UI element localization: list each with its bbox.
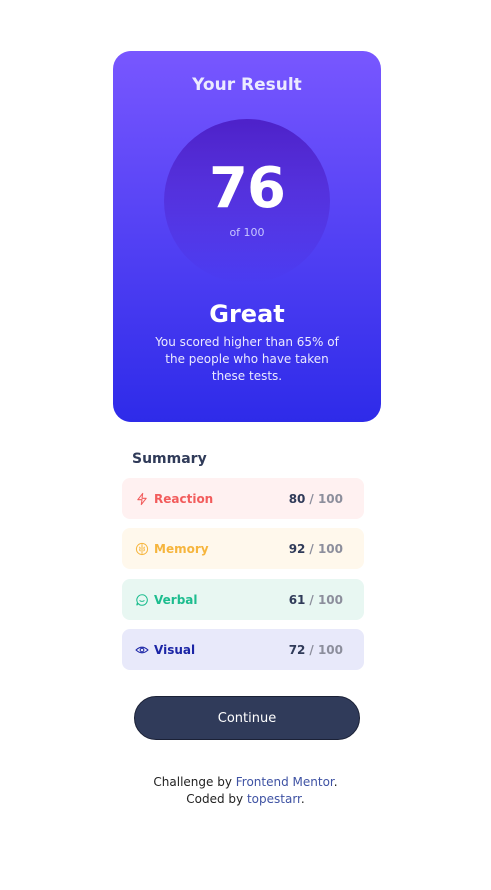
summary-item-visual: Visual 72 / 100 [122,629,364,670]
result-card: Your Result 76 of 100 Great You scored h… [113,51,381,422]
attribution-coder: Coded by topestarr. [0,792,491,806]
summary-item-verbal: Verbal 61 / 100 [122,579,364,620]
score-of-label: of 100 [229,226,265,239]
lightning-icon [135,492,149,506]
attribution-challenge: Challenge by Frontend Mentor. [0,775,491,789]
continue-button[interactable]: Continue [134,696,360,740]
summary-item-label: Reaction [154,491,214,506]
summary-item-total: / 100 [309,642,343,657]
summary-item-score: 92 [288,541,306,556]
result-title: Your Result [192,75,302,95]
coder-link[interactable]: topestarr [247,792,301,806]
summary-item-total: / 100 [309,491,343,506]
result-description: You scored higher than 65% of the people… [155,335,339,383]
frontend-mentor-link[interactable]: Frontend Mentor [236,775,334,789]
brain-icon [135,542,149,556]
summary-item-total: / 100 [309,541,343,556]
chat-bubble-icon [135,593,149,607]
summary-item-reaction: Reaction 80 / 100 [122,478,364,519]
coded-prefix: Coded by [186,792,244,806]
grade-label: Great [209,300,285,328]
summary-item-memory: Memory 92 / 100 [122,528,364,569]
eye-icon [135,643,149,657]
challenge-suffix: . [333,775,338,789]
summary-item-label: Memory [154,541,209,556]
summary-item-label: Visual [154,642,196,657]
summary-item-score: 72 [288,642,306,657]
summary-item-score: 61 [288,592,306,607]
summary-item-label: Verbal [154,592,198,607]
score-circle: 76 of 100 [164,119,330,283]
summary-item-score: 80 [288,491,306,506]
summary-item-total: / 100 [309,592,343,607]
challenge-prefix: Challenge by [153,775,232,789]
score-value: 76 [209,156,286,221]
coded-suffix: . [300,792,305,806]
summary-title: Summary [132,451,207,467]
